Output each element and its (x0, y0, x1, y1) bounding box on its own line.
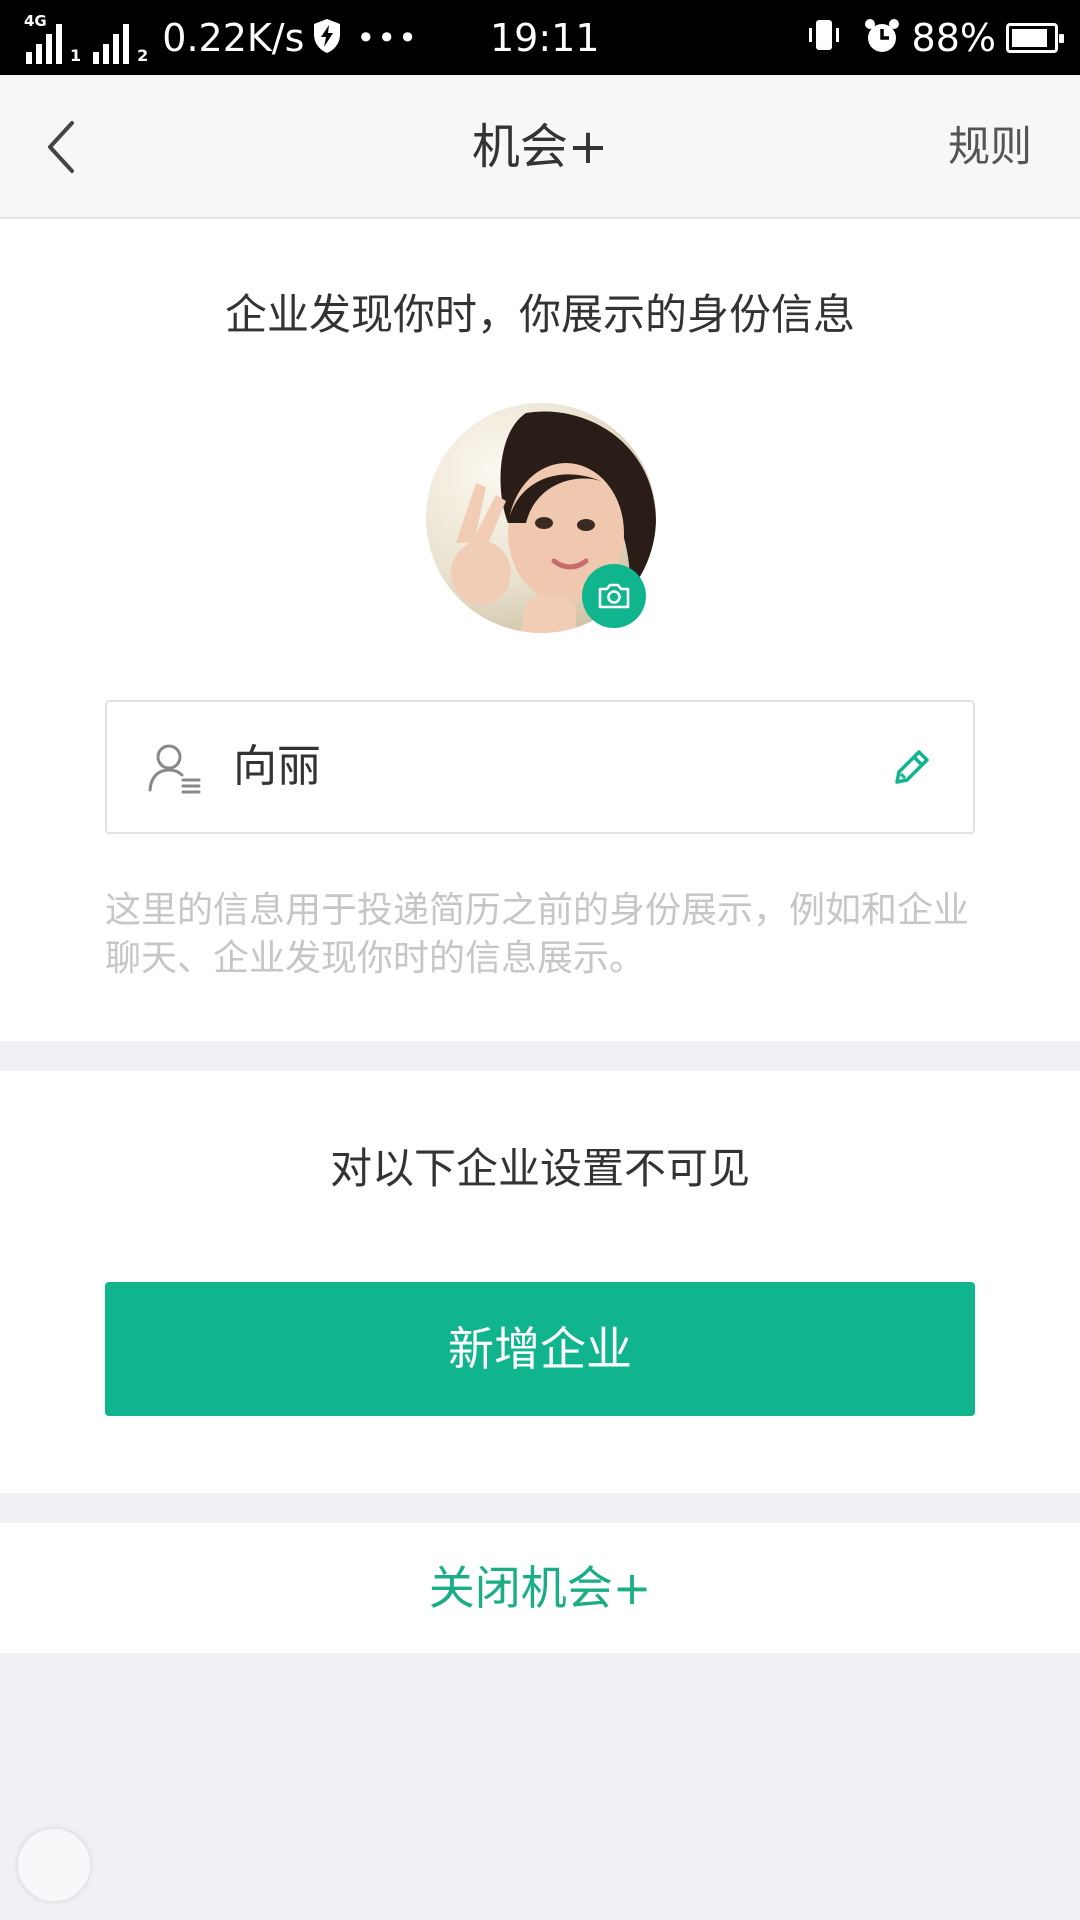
invisible-section: 对以下企业设置不可见 新增企业 (0, 1071, 1080, 1493)
status-bar: 4G 1 2 0.22K/s ••• 19:11 88% (0, 0, 1080, 75)
more-notifications: ••• (356, 19, 420, 57)
signal-sim2-icon (93, 20, 133, 64)
invisible-title: 对以下企业设置不可见 (329, 1144, 750, 1193)
name-value: 向丽 (233, 741, 321, 792)
signal-sim1-icon: 4G (24, 12, 66, 64)
close-opportunity-button[interactable]: 关闭机会+ (0, 1523, 1080, 1653)
status-left: 4G 1 2 0.22K/s ••• (24, 12, 420, 65)
name-field[interactable]: 向丽 (105, 700, 975, 834)
vibrate-icon (804, 16, 844, 60)
identity-section: 企业发现你时，你展示的身份信息 向丽 这里的信息用于投递简历之前的身份展示，例如… (0, 219, 1080, 1041)
sim2-label: 2 (137, 46, 149, 65)
pencil-icon[interactable] (889, 746, 933, 790)
battery-percent: 88% (911, 16, 996, 60)
status-right: 88% (804, 12, 1064, 64)
network-type: 4G (24, 12, 47, 30)
nav-bar: 机会+ 规则 (0, 75, 1080, 219)
identity-hint: 这里的信息用于投递简历之前的身份展示，例如和企业聊天、企业发现你时的信息展示。 (105, 890, 970, 979)
status-time: 19:11 (490, 16, 600, 60)
close-section: 关闭机会+ (0, 1523, 1080, 1653)
rules-link[interactable]: 规则 (948, 75, 1032, 219)
user-card-icon (148, 744, 201, 794)
add-company-button[interactable]: 新增企业 (105, 1282, 975, 1416)
shield-bolt-icon (312, 18, 342, 58)
alarm-clock-icon (862, 16, 902, 60)
floating-assistive-ball[interactable] (16, 1827, 92, 1903)
page-title: 机会+ (471, 119, 609, 175)
sim1-label: 1 (70, 46, 82, 65)
identity-title: 企业发现你时，你展示的身份信息 (224, 290, 855, 339)
battery-icon (1006, 23, 1064, 53)
battery-level-fill (1012, 29, 1048, 47)
change-avatar-button[interactable] (582, 564, 646, 628)
camera-icon (598, 583, 630, 609)
net-speed: 0.22K/s (162, 16, 305, 60)
